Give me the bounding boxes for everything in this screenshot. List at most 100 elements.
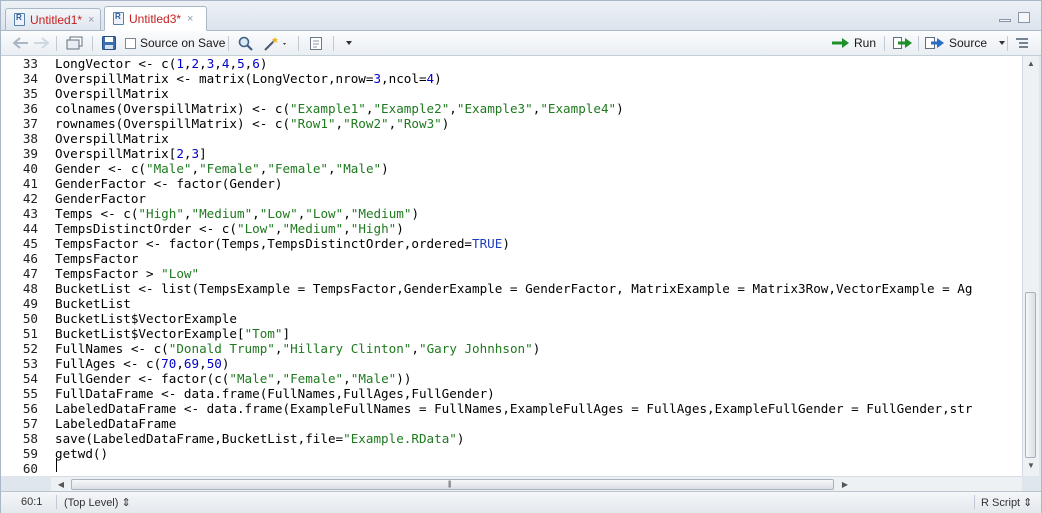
line-number: 59 (22, 446, 38, 461)
maximize-pane-button[interactable] (1018, 12, 1030, 23)
line-number: 54 (22, 371, 38, 386)
vertical-scrollbar[interactable]: ▲ ▼ (1022, 56, 1039, 476)
minimize-pane-button[interactable] (999, 19, 1011, 22)
code-line[interactable]: 39 OverspillMatrix[2,3] (1, 146, 1022, 161)
code-line[interactable]: 40 Gender <- c("Male","Female","Female","… (1, 161, 1022, 176)
text-cursor (56, 458, 57, 472)
code-tools-wand-icon[interactable] (263, 35, 289, 51)
code-line[interactable]: 38 OverspillMatrix (1, 131, 1022, 146)
source-editor-pane: Untitled1* × Untitled3* × Source on Save (0, 0, 1042, 513)
line-number: 40 (22, 161, 38, 176)
line-number: 43 (22, 206, 38, 221)
run-arrow-icon (832, 38, 849, 48)
code-line[interactable]: 49 BucketList (1, 296, 1022, 311)
code-line[interactable]: 50 BucketList$VectorExample (1, 311, 1022, 326)
source-on-save-label: Source on Save (140, 36, 226, 50)
cursor-position: 60:1 (21, 496, 43, 508)
line-number: 55 (22, 386, 38, 401)
code-text: Temps <- c("High","Medium","Low","Low","… (55, 206, 420, 221)
code-line[interactable]: 36 colnames(OverspillMatrix) <- c("Exampl… (1, 101, 1022, 116)
code-text: colnames(OverspillMatrix) <- c("Example1… (55, 101, 624, 116)
scroll-right-arrow-icon[interactable]: ▶ (837, 480, 853, 489)
code-text: Gender <- c("Male","Female","Female","Ma… (55, 161, 389, 176)
tab-untitled3[interactable]: Untitled3* × (104, 6, 207, 31)
r-script-icon (14, 13, 25, 26)
run-button[interactable]: Run (831, 35, 876, 51)
more-options-chevron-down-icon[interactable] (344, 35, 354, 51)
line-number: 60 (22, 461, 38, 476)
scope-selector[interactable]: (Top Level) ⇕ (64, 496, 131, 509)
code-line[interactable]: 54 FullGender <- factor(c("Male","Female"… (1, 371, 1022, 386)
source-on-save-checkbox[interactable]: Source on Save (125, 35, 225, 51)
r-script-icon (113, 12, 124, 25)
close-icon[interactable]: × (187, 13, 193, 25)
code-line[interactable]: 55 FullDataFrame <- data.frame(FullNames,… (1, 386, 1022, 401)
code-line[interactable]: 60 (1, 461, 1022, 476)
line-number: 36 (22, 101, 38, 116)
document-outline-icon[interactable] (1015, 35, 1029, 51)
tab-label: Untitled1* (30, 12, 83, 27)
source-button[interactable]: Source (925, 35, 1007, 51)
code-line[interactable]: 46 TempsFactor (1, 251, 1022, 266)
code-line[interactable]: 59 getwd() (1, 446, 1022, 461)
source-label: Source (949, 36, 988, 50)
code-line[interactable]: 45 TempsFactor <- factor(Temps,TempsDisti… (1, 236, 1022, 251)
close-icon[interactable]: × (88, 14, 94, 26)
code-text: TempsDistinctOrder <- c("Low","Medium","… (55, 221, 404, 236)
line-number: 45 (22, 236, 38, 251)
code-line[interactable]: 48 BucketList <- list(TempsExample = Temp… (1, 281, 1022, 296)
status-divider (56, 495, 57, 509)
code-text: BucketList (55, 296, 131, 311)
code-text: FullDataFrame <- data.frame(FullNames,Fu… (55, 386, 495, 401)
scroll-down-arrow-icon[interactable]: ▼ (1023, 461, 1039, 470)
line-number: 58 (22, 431, 38, 446)
toolbar-divider (333, 36, 334, 51)
show-in-window-icon[interactable] (66, 35, 83, 51)
code-line[interactable]: 42 GenderFactor (1, 191, 1022, 206)
toolbar-divider (298, 36, 299, 51)
code-line[interactable]: 35 OverspillMatrix (1, 86, 1022, 101)
code-line[interactable]: 47 TempsFactor > "Low" (1, 266, 1022, 281)
code-line[interactable]: 52 FullNames <- c("Donald Trump","Hillary… (1, 341, 1022, 356)
code-text: rownames(OverspillMatrix) <- c("Row1","R… (55, 116, 450, 131)
save-icon[interactable] (102, 35, 116, 51)
vertical-scroll-thumb[interactable] (1025, 292, 1036, 458)
code-line[interactable]: 53 FullAges <- c(70,69,50) (1, 356, 1022, 371)
code-text: OverspillMatrix <- matrix(LongVector,nro… (55, 71, 442, 86)
code-line[interactable]: 41 GenderFactor <- factor(Gender) (1, 176, 1022, 191)
horizontal-scroll-thumb[interactable]: ||| (71, 479, 834, 490)
rerun-button[interactable] (893, 35, 913, 51)
code-editor[interactable]: 33 LongVector <- c(1,2,3,4,5,6) 34 Overspil… (1, 56, 1022, 476)
code-line[interactable]: 51 BucketList$VectorExample["Tom"] (1, 326, 1022, 341)
code-line[interactable]: 43 Temps <- c("High","Medium","Low","Low"… (1, 206, 1022, 221)
code-text: BucketList <- list(TempsExample = TempsF… (55, 281, 973, 296)
code-text: BucketList$VectorExample["Tom"] (55, 326, 291, 341)
code-line[interactable]: 44 TempsDistinctOrder <- c("Low","Medium"… (1, 221, 1022, 236)
code-text: LabeledDataFrame (55, 416, 177, 431)
toolbar-divider (918, 36, 919, 51)
back-arrow-icon[interactable] (13, 35, 29, 51)
line-number: 34 (22, 71, 38, 86)
code-text: TempsFactor (55, 251, 139, 266)
line-number: 50 (22, 311, 38, 326)
code-line[interactable]: 56 LabeledDataFrame <- data.frame(Example… (1, 401, 1022, 416)
line-number: 56 (22, 401, 38, 416)
code-text: LongVector <- c(1,2,3,4,5,6) (55, 56, 268, 71)
scroll-left-arrow-icon[interactable]: ◀ (53, 480, 69, 489)
scroll-up-arrow-icon[interactable]: ▲ (1023, 59, 1039, 68)
line-number: 49 (22, 296, 38, 311)
line-number: 42 (22, 191, 38, 206)
code-line[interactable]: 33 LongVector <- c(1,2,3,4,5,6) (1, 56, 1022, 71)
code-line[interactable]: 34 OverspillMatrix <- matrix(LongVector,n… (1, 71, 1022, 86)
search-icon[interactable] (238, 35, 253, 51)
file-type-selector[interactable]: R Script ⇕ (981, 496, 1032, 509)
code-line[interactable]: 58 save(LabeledDataFrame,BucketList,file=… (1, 431, 1022, 446)
run-label: Run (854, 36, 877, 50)
code-line[interactable]: 37 rownames(OverspillMatrix) <- c("Row1",… (1, 116, 1022, 131)
compile-report-icon[interactable] (309, 35, 324, 51)
tab-untitled1[interactable]: Untitled1* × (5, 8, 101, 30)
code-line[interactable]: 57 LabeledDataFrame (1, 416, 1022, 431)
horizontal-scrollbar[interactable]: ◀ ||| ▶ (51, 476, 1022, 492)
code-text: getwd() (55, 446, 109, 461)
forward-arrow-icon[interactable] (33, 35, 49, 51)
